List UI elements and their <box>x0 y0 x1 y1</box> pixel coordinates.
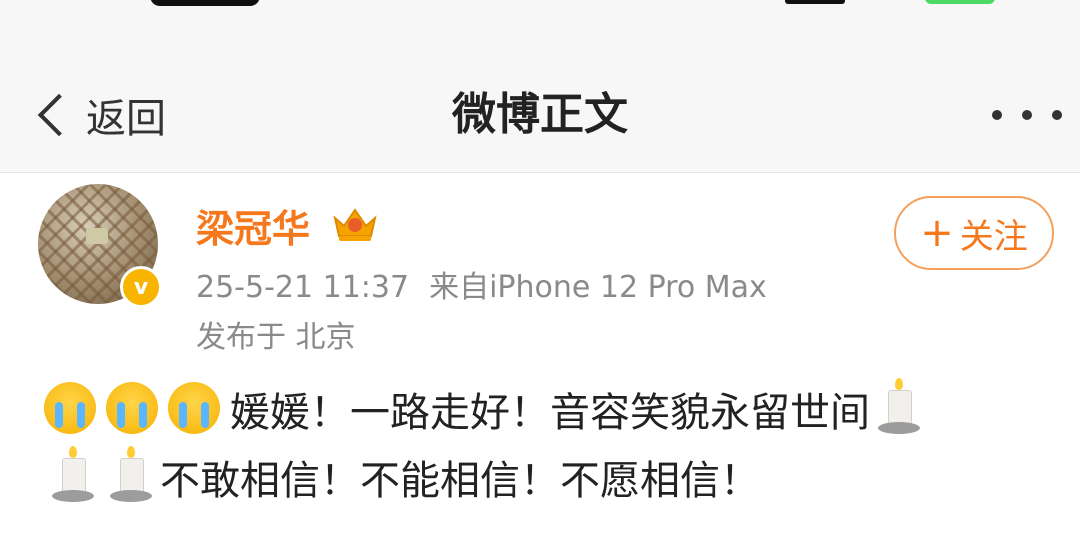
crying-emoji <box>44 382 96 434</box>
post-text: 媛媛！一路走好！音容笑貌永留世间 不敢相信！不能相信！不愿相信！ <box>44 378 1044 514</box>
post-source[interactable]: 来自iPhone 12 Pro Max <box>429 270 767 305</box>
verified-badge-icon: v <box>120 266 162 308</box>
candle-emoji <box>110 446 152 504</box>
post-meta: 25-5-21 11:37 来自iPhone 12 Pro Max <box>196 262 767 306</box>
battery-icon <box>925 0 995 4</box>
dot <box>1052 110 1062 120</box>
status-time <box>150 0 260 6</box>
post-text-2: 不敢相信！不能相信！不愿相信！ <box>160 458 760 504</box>
crown-badge-icon <box>333 208 377 241</box>
plus-icon: + <box>920 210 954 256</box>
post-timestamp: 25-5-21 11:37 <box>196 270 410 305</box>
crying-emoji <box>168 382 220 434</box>
more-dots-icon[interactable] <box>992 100 1062 130</box>
avatar-image-detail <box>86 228 108 244</box>
signal-icon <box>785 0 845 4</box>
dot <box>992 110 1002 120</box>
post-text-1: 媛媛！一路走好！音容笑貌永留世间 <box>230 390 870 436</box>
dot <box>1022 110 1032 120</box>
status-bar <box>0 0 1080 60</box>
follow-button[interactable]: + 关注 <box>894 196 1054 270</box>
page-title: 微博正文 <box>452 89 628 140</box>
post-location: 发布于 北京 <box>196 320 356 355</box>
post-text-line-1: 媛媛！一路走好！音容笑貌永留世间 <box>44 378 1044 446</box>
navigation-bar: 返回 微博正文 <box>0 60 1080 173</box>
author-name[interactable]: 梁冠华 <box>196 198 310 253</box>
candle-emoji <box>52 446 94 504</box>
candle-emoji <box>878 378 920 436</box>
crying-emoji <box>106 382 158 434</box>
follow-label: 关注 <box>959 216 1028 257</box>
post-text-line-2: 不敢相信！不能相信！不愿相信！ <box>44 446 1044 514</box>
